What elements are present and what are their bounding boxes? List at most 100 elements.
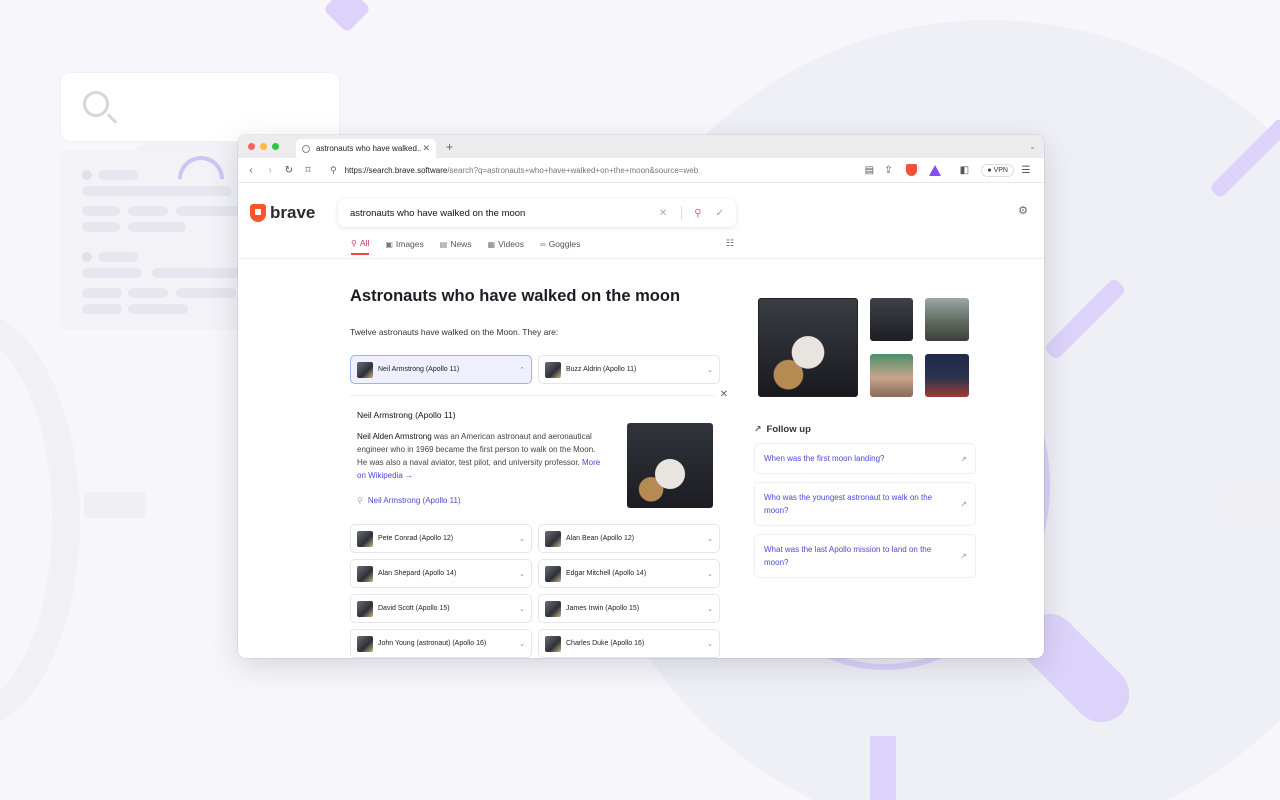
url-host: https://search.brave.software [344, 165, 448, 175]
minimize-window-button[interactable] [260, 143, 267, 150]
tab-videos[interactable]: ▦ Videos [488, 238, 524, 255]
astronaut-thumbnail [545, 635, 561, 652]
forward-icon[interactable]: › [263, 163, 277, 177]
close-window-button[interactable] [248, 143, 255, 150]
gallery-image[interactable] [870, 354, 913, 397]
gallery-image[interactable] [925, 354, 969, 397]
sidebar-toggle-icon[interactable]: ◧ [957, 163, 971, 177]
tab-title: astronauts who have walked... [316, 144, 423, 153]
menu-icon[interactable]: ☰ [1019, 163, 1033, 177]
image-icon: ▣ [385, 239, 393, 249]
chevron-down-icon: ⌄ [519, 640, 525, 648]
follow-up-label: Follow up [766, 424, 811, 435]
vpn-button[interactable]: ● VPN [981, 163, 1014, 177]
search-input[interactable]: astronauts who have walked on the moon ✕… [338, 199, 736, 227]
settings-gear-icon[interactable]: ⚙ [1018, 204, 1028, 217]
close-icon[interactable]: ✕ [720, 389, 728, 400]
chevron-down-icon: ⌄ [707, 366, 713, 374]
vpn-label: VPN [993, 166, 1008, 174]
search-icon[interactable]: ⚲ [694, 208, 701, 219]
astronaut-thumbnail [357, 530, 373, 547]
bg-search-icon [83, 91, 109, 117]
tab-label: All [359, 238, 370, 248]
share-icon[interactable]: ⇪ [881, 163, 895, 177]
tab-images[interactable]: ▣ Images [385, 238, 423, 255]
close-tab-icon[interactable]: ✕ [422, 143, 430, 154]
astronaut-label: David Scott (Apollo 15) [378, 605, 450, 612]
arrow-up-right-icon: ↗ [960, 454, 967, 463]
astronaut-chip[interactable]: Alan Bean (Apollo 12) ⌄ [538, 524, 720, 553]
astronaut-chip[interactable]: John Young (astronaut) (Apollo 16) ⌄ [350, 629, 532, 658]
astronaut-photo[interactable] [627, 423, 713, 508]
bookmark-icon[interactable]: ⌑ [301, 163, 315, 177]
astronaut-chip[interactable]: Charles Duke (Apollo 16) ⌄ [538, 629, 720, 658]
astronaut-thumbnail [357, 600, 373, 617]
answer-title: Astronauts who have walked on the moon [350, 287, 681, 305]
astronaut-chip[interactable]: Buzz Aldrin (Apollo 11) ⌄ [538, 355, 720, 384]
follow-up-question[interactable]: What was the last Apollo mission to land… [754, 534, 976, 578]
astronaut-label: Edgar Mitchell (Apollo 14) [566, 570, 647, 577]
astronaut-chip[interactable]: Alan Shepard (Apollo 14) ⌄ [350, 559, 532, 588]
brand-name: brave [270, 203, 316, 222]
astronaut-chip[interactable]: David Scott (Apollo 15) ⌄ [350, 594, 532, 623]
astronaut-chip[interactable]: Pete Conrad (Apollo 12) ⌄ [350, 524, 532, 553]
maximize-window-button[interactable] [272, 143, 279, 150]
tab-label: Goggles [548, 239, 581, 249]
astronaut-chip[interactable]: James Irwin (Apollo 15) ⌄ [538, 594, 720, 623]
follow-up-question[interactable]: Who was the youngest astronaut to walk o… [754, 482, 976, 526]
reload-icon[interactable]: ↻ [282, 163, 296, 177]
chevron-down-icon: ⌄ [707, 535, 713, 543]
chevron-down-icon: ⌄ [707, 570, 713, 578]
bg-stripe [870, 736, 896, 800]
gallery-image-main[interactable] [758, 298, 858, 397]
clear-search-icon[interactable]: ✕ [659, 208, 667, 219]
brave-logo[interactable]: brave [250, 203, 315, 223]
gallery-image[interactable] [870, 298, 913, 341]
bg-pill [84, 492, 146, 518]
back-icon[interactable]: ‹ [244, 163, 258, 177]
answer-panel: Astronauts who have walked on the moon T… [350, 260, 730, 658]
news-icon: ▤ [439, 239, 448, 249]
astronaut-label: Buzz Aldrin (Apollo 11) [566, 366, 637, 373]
image-gallery [754, 298, 976, 408]
reader-mode-icon[interactable]: ▤ [862, 163, 876, 177]
chevron-up-icon: ⌃ [519, 366, 525, 374]
divider [681, 206, 683, 220]
arrow-up-right-icon: ↗ [754, 424, 762, 434]
question-text: Who was the youngest astronaut to walk o… [764, 493, 933, 515]
astronaut-label: Charles Duke (Apollo 16) [566, 640, 645, 647]
gallery-image[interactable] [925, 298, 969, 341]
address-bar[interactable]: ⚲ https://search.brave.software/search?q… [320, 161, 862, 180]
astronaut-label: James Irwin (Apollo 15) [566, 605, 640, 612]
brave-shields-icon[interactable] [906, 164, 918, 176]
chevron-down-icon: ⌄ [519, 535, 525, 543]
tab-news[interactable]: ▤ News [440, 238, 472, 255]
brave-rewards-icon[interactable] [929, 164, 942, 176]
search-astronaut-link[interactable]: ⚲ Neil Armstrong (Apollo 11) [357, 496, 461, 505]
browser-tab[interactable]: astronauts who have walked... ✕ [296, 139, 436, 158]
tab-label: News [450, 239, 472, 249]
tab-goggles[interactable]: ∞ Goggles [540, 238, 580, 255]
brave-lion-icon [250, 204, 266, 222]
tab-strip: astronauts who have walked... ✕ + ⌄ [238, 135, 1044, 158]
divider [350, 395, 716, 396]
chevron-down-icon: ⌄ [519, 570, 525, 578]
tab-all[interactable]: ⚲ All [351, 238, 370, 255]
astronaut-chip[interactable]: Edgar Mitchell (Apollo 14) ⌄ [538, 559, 720, 588]
arrow-up-right-icon: ↗ [960, 551, 967, 561]
tab-list-chevron-icon[interactable]: ⌄ [1029, 142, 1036, 151]
checkmark-icon[interactable]: ✓ [716, 208, 724, 219]
search-header: brave astronauts who have walked on the … [238, 183, 1044, 259]
arrow-up-right-icon: ↗ [960, 499, 967, 509]
new-tab-button[interactable]: + [446, 140, 453, 154]
filter-settings-icon[interactable]: ☷ [726, 238, 734, 249]
astronaut-thumbnail [357, 565, 373, 582]
follow-up-question[interactable]: When was the first moon landing? ↗ [754, 443, 976, 474]
search-query: astronauts who have walked on the moon [350, 207, 526, 219]
astronaut-label: Neil Armstrong (Apollo 11) [378, 366, 460, 373]
site-settings-icon[interactable]: ⚲ [330, 165, 337, 176]
goggles-icon: ∞ [539, 239, 546, 249]
astronaut-detail-card: ✕ Neil Armstrong (Apollo 11) Neil Alden … [350, 389, 730, 522]
astronaut-thumbnail [545, 600, 561, 617]
astronaut-chip[interactable]: Neil Armstrong (Apollo 11) ⌃ [350, 355, 532, 384]
